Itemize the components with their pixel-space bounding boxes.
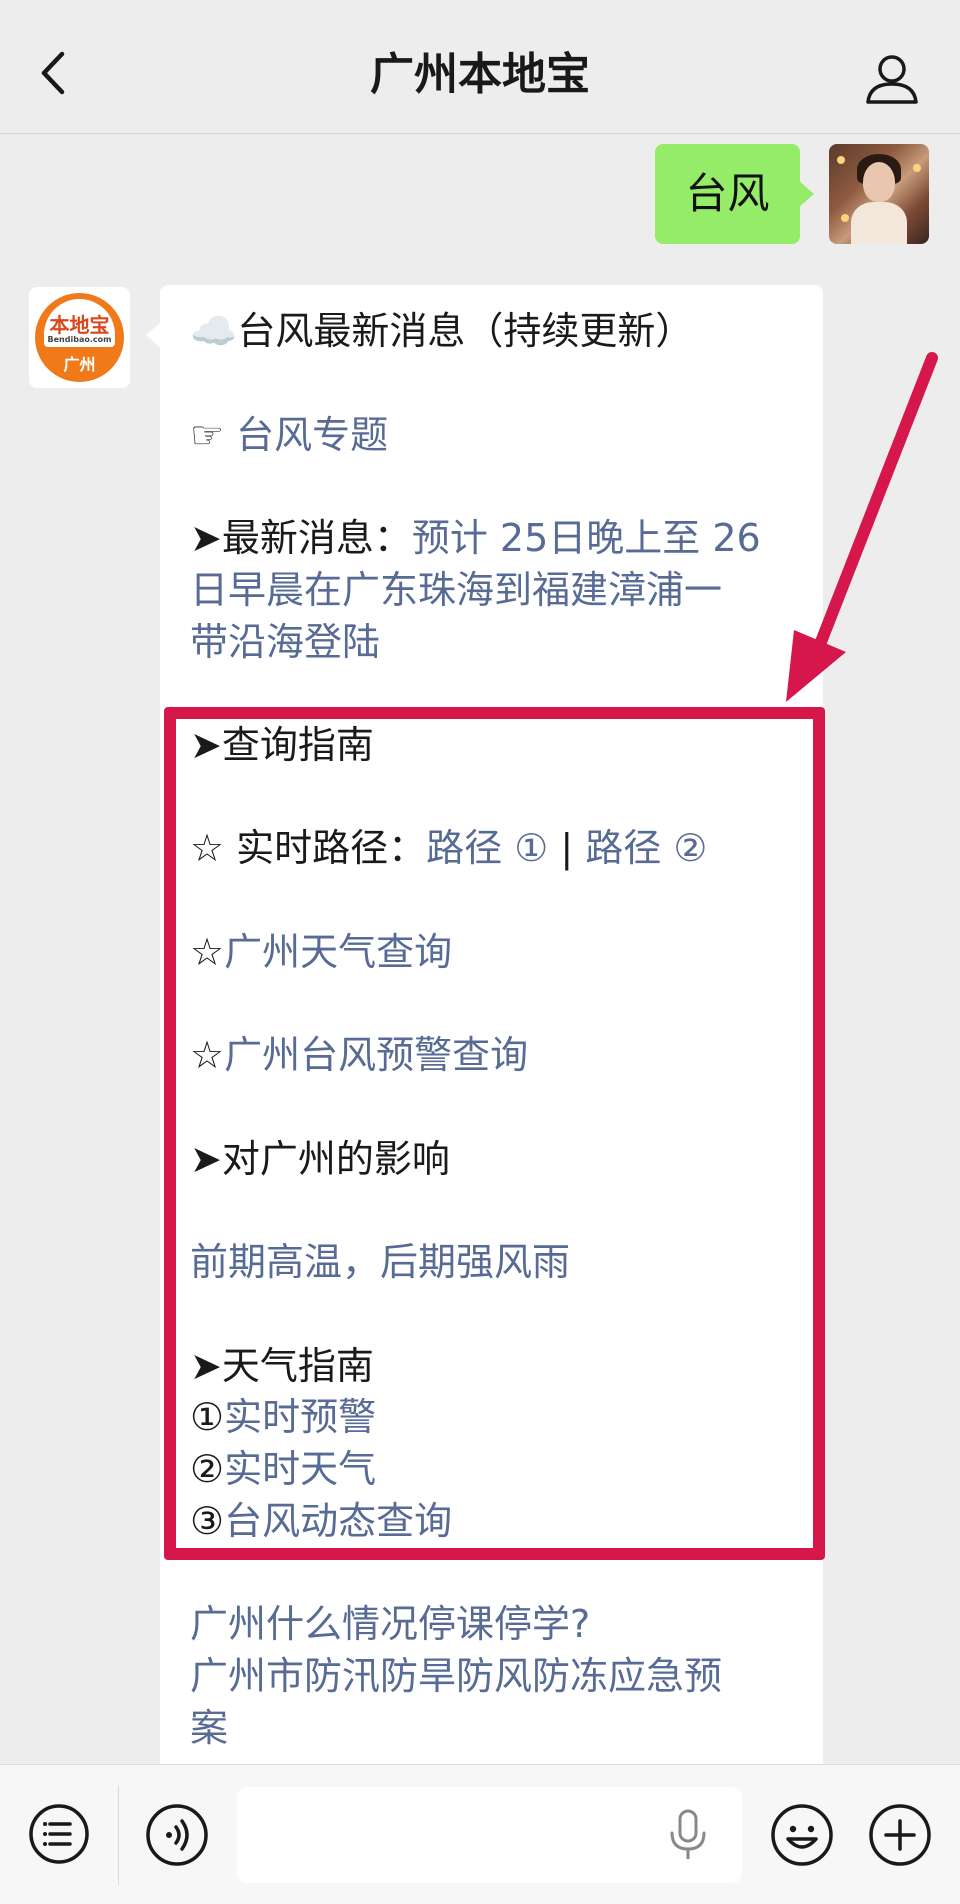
route-1-link[interactable]: 路径 ① [426, 826, 548, 870]
typhoon-warning-line: ☆广州台风预警查询 [190, 1029, 528, 1081]
sender-avatar[interactable]: 本地宝 Bendibao.com 广州 [29, 287, 130, 388]
item-number: ② [190, 1447, 225, 1491]
weather-guide-item: ①实时预警 [190, 1391, 376, 1443]
weather-guide-item: ②实时天气 [190, 1443, 376, 1495]
pointing-hand-icon: ☞ [190, 413, 225, 457]
chat-header: 广州本地宝 [0, 0, 960, 134]
avatar-body [851, 202, 907, 244]
weather-query-link[interactable]: 广州天气查询 [224, 930, 452, 974]
topic-line: ☞ 台风专题 [190, 409, 388, 461]
emergency-plan-link-line2[interactable]: 案 [190, 1702, 228, 1754]
outgoing-message-bubble[interactable]: 台风 [655, 144, 814, 244]
toolbar-divider [118, 1785, 119, 1885]
plus-icon[interactable] [868, 1803, 932, 1867]
latest-news-label: ➤最新消息： [190, 516, 412, 560]
logo-city: 广州 [63, 355, 96, 374]
realtime-route-line: ☆ 实时路径：路径 ① | 路径 ② [190, 822, 707, 874]
emoji-icon[interactable] [770, 1803, 834, 1867]
menu-list-icon[interactable] [28, 1803, 90, 1865]
star-icon: ☆ [190, 930, 225, 974]
voice-input-icon[interactable] [145, 1803, 209, 1867]
logo-subtext: Bendibao.com [47, 335, 112, 344]
school-closure-link[interactable]: 广州什么情况停课停学? [190, 1598, 590, 1650]
logo-text: 本地宝 [49, 313, 110, 337]
weather-guide-heading: ➤天气指南 [190, 1344, 374, 1388]
route-2-link[interactable]: 路径 ② [585, 826, 707, 870]
impact-heading: ➤对广州的影响 [190, 1137, 450, 1181]
cloud-icon: ☁️ [190, 309, 238, 353]
realtime-route-label: ☆ 实时路径： [190, 826, 427, 870]
message-title-text: 台风最新消息（持续更新） [237, 309, 694, 353]
chat-title: 广州本地宝 [370, 49, 590, 100]
incoming-message-bubble: ☁️台风最新消息（持续更新） ☞ 台风专题 ➤最新消息：预计 25日晚上至 26… [146, 285, 823, 1785]
realtime-warning-link[interactable]: 实时预警 [224, 1395, 376, 1439]
self-avatar[interactable] [829, 144, 929, 244]
avatar-light [841, 214, 849, 222]
latest-news-link-line2[interactable]: 日早晨在广东珠海到福建漳浦一 [190, 564, 722, 616]
microphone-icon[interactable] [666, 1807, 710, 1863]
typhoon-warning-link[interactable]: 广州台风预警查询 [224, 1033, 528, 1077]
latest-news-link[interactable]: 预计 25日晚上至 26 [412, 516, 761, 560]
typhoon-tracking-link[interactable]: 台风动态查询 [224, 1499, 452, 1543]
avatar-light [913, 164, 921, 172]
avatar-face [863, 162, 895, 202]
message-title: ☁️台风最新消息（持续更新） [190, 305, 693, 357]
topic-link[interactable]: 台风专题 [236, 413, 388, 457]
realtime-weather-link[interactable]: 实时天气 [224, 1447, 376, 1491]
star-icon: ☆ [190, 1033, 225, 1077]
profile-icon[interactable] [864, 54, 920, 104]
avatar-light [837, 156, 845, 164]
item-number: ① [190, 1395, 225, 1439]
latest-news-line: ➤最新消息：预计 25日晚上至 26 [190, 512, 761, 564]
latest-news-link-line3[interactable]: 带沿海登陆 [190, 616, 380, 668]
route-separator: | [548, 826, 586, 870]
chat-input-bar [0, 1764, 960, 1904]
query-guide-heading: ➤查询指南 [190, 723, 374, 767]
item-number: ③ [190, 1499, 225, 1543]
weather-guide-item: ③台风动态查询 [190, 1495, 452, 1547]
weather-query-line: ☆广州天气查询 [190, 926, 452, 978]
impact-link[interactable]: 前期高温，后期强风雨 [190, 1236, 570, 1288]
emergency-plan-link[interactable]: 广州市防汛防旱防风防冻应急预 [190, 1650, 722, 1702]
